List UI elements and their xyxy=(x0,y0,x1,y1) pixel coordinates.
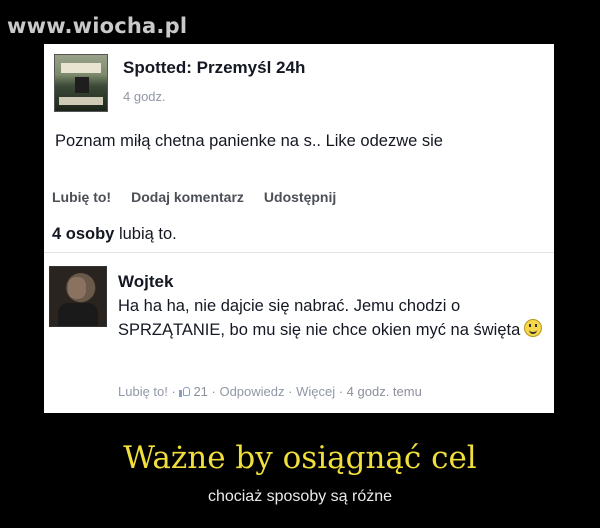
meta-separator: · xyxy=(284,384,297,399)
comment-text: Ha ha ha, nie dajcie się nabrać. Jemu ch… xyxy=(118,294,548,342)
meta-separator: · xyxy=(335,384,347,399)
likes-text: lubią to. xyxy=(114,225,177,243)
caption-title: Ważne by osiągnąć cel xyxy=(123,440,477,476)
facebook-post-card: Spotted: Przemyśl 24h 4 godz. Poznam mił… xyxy=(44,44,554,413)
post-timestamp[interactable]: 4 godz. xyxy=(123,89,166,104)
comment-body: Ha ha ha, nie dajcie się nabrać. Jemu ch… xyxy=(118,297,521,339)
watermark: www.wiocha.pl xyxy=(7,14,188,38)
reply-link[interactable]: Odpowiedz xyxy=(219,384,284,399)
meta-separator: · xyxy=(207,384,220,399)
meta-separator: · xyxy=(167,384,180,399)
comment-timestamp[interactable]: 4 godz. temu xyxy=(347,384,422,399)
likes-count[interactable]: 4 osoby xyxy=(52,225,114,243)
comment-like-count[interactable]: 21 xyxy=(193,384,207,399)
share-button[interactable]: Udostępnij xyxy=(264,189,336,205)
divider xyxy=(44,252,554,253)
page-avatar[interactable] xyxy=(54,54,108,112)
commenter-avatar[interactable] xyxy=(49,266,107,327)
post-actions: Lubię to! Dodaj komentarz Udostępnij xyxy=(52,189,356,205)
post-text: Poznam miłą chetna panienke na s.. Like … xyxy=(55,132,443,150)
comment-author[interactable]: Wojtek xyxy=(118,272,173,292)
likes-summary[interactable]: 4 osoby lubią to. xyxy=(52,225,177,244)
page-name[interactable]: Spotted: Przemyśl 24h xyxy=(123,58,305,78)
comment-button[interactable]: Dodaj komentarz xyxy=(131,189,244,205)
comment-like-link[interactable]: Lubię to! xyxy=(118,384,168,399)
comment-meta: Lubię to! · 21 · Odpowiedz · Więcej · 4 … xyxy=(118,384,422,399)
caption-subtitle: chociaż sposoby są różne xyxy=(207,488,393,505)
more-link[interactable]: Więcej xyxy=(296,384,335,399)
smiley-emoji-icon xyxy=(524,319,543,337)
like-button[interactable]: Lubię to! xyxy=(52,189,111,205)
thumbs-up-icon xyxy=(179,386,191,397)
